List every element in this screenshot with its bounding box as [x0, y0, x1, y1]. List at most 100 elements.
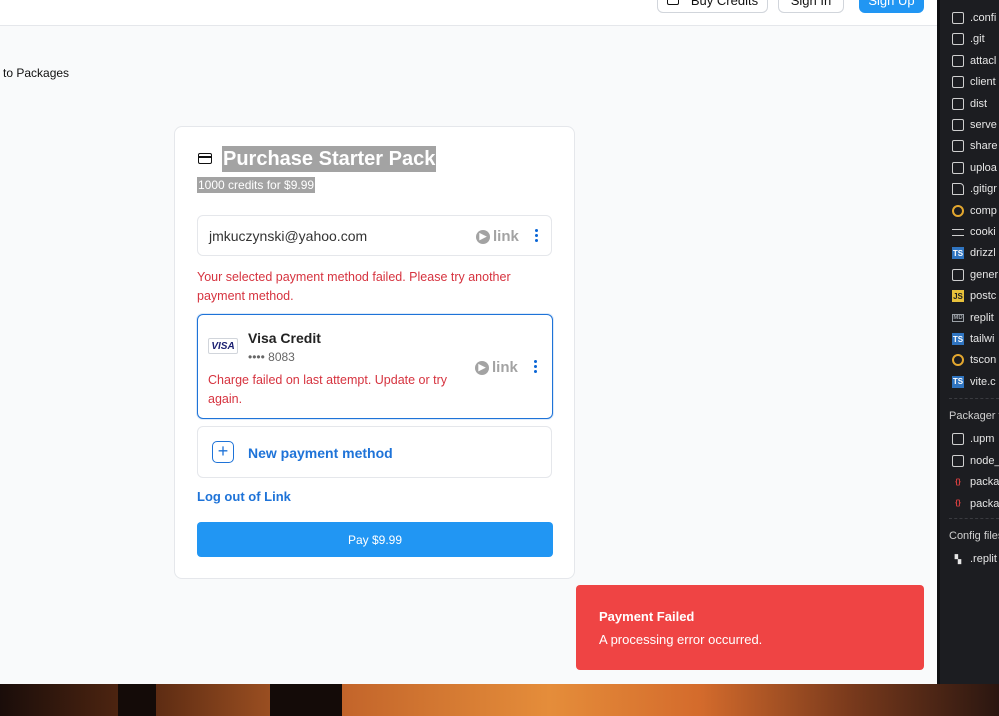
file-tree-item[interactable]: serve [952, 116, 997, 134]
file-name: uploa [970, 161, 997, 174]
saved-card-option[interactable]: VISA Visa Credit •••• 8083 Charge failed… [197, 314, 553, 419]
image-icon [952, 268, 964, 281]
back-to-packages-link[interactable]: to Packages [3, 66, 69, 80]
file-tree-item[interactable]: .gitigr [952, 180, 997, 198]
new-payment-method-button[interactable]: + New payment method [197, 426, 552, 478]
file-name: replit [970, 311, 994, 324]
file-tree-item[interactable]: TS vite.c [952, 373, 996, 391]
error-toast: Payment Failed A processing error occurr… [576, 585, 924, 670]
pay-label: Pay $9.99 [347, 532, 403, 547]
file-tree-item[interactable]: tscon [952, 351, 996, 369]
text-lines-icon [952, 228, 964, 236]
file-tree-item[interactable]: uploa [952, 159, 997, 177]
buy-credits-label: Buy Credits [690, 0, 759, 8]
folder-icon [952, 33, 964, 46]
payment-error-message: Your selected payment method failed. Ple… [197, 270, 511, 303]
file-tree-item[interactable]: .git [952, 30, 985, 48]
file-tree-item[interactable]: comp [952, 202, 997, 220]
link-badge: ▶ link [476, 228, 519, 245]
file-tree-item[interactable]: gener [952, 266, 998, 284]
plus-icon: + [212, 441, 234, 463]
file-name: dist [970, 97, 988, 110]
file-name: comp [970, 204, 997, 217]
link-arrow-icon: ▶ [476, 229, 490, 244]
app-window: Buy Credits Sign In Sign Up to Packages … [0, 0, 937, 684]
file-name: packa [970, 476, 999, 488]
javascript-icon: JS [952, 290, 964, 303]
file-tree-item[interactable]: share [952, 137, 998, 155]
toast-description: A processing error occurred. [599, 632, 763, 647]
file-tree-item[interactable]: client [952, 73, 996, 91]
file-tree-item[interactable]: MD replit [952, 309, 994, 327]
file-tree-item[interactable]: node_ [952, 452, 999, 470]
file-name: postc [970, 290, 997, 303]
purchase-title: Purchase Starter Pack [222, 146, 437, 172]
file-tree-item[interactable]: dist [952, 95, 987, 113]
file-name: tailwi [970, 333, 995, 345]
packager-files-header: Packager f [949, 410, 999, 422]
replit-icon: ▚ [954, 554, 962, 564]
file-name: cooki [970, 226, 996, 238]
json-icon: {} [955, 478, 961, 486]
config-ring-icon [952, 204, 964, 217]
card-menu-icon[interactable] [534, 360, 537, 373]
wallpaper-silhouette [118, 684, 156, 716]
file-tree-item[interactable]: TS tailwi [952, 330, 994, 348]
file-name: drizzl [970, 247, 996, 260]
visa-logo-icon: VISA [208, 338, 238, 354]
email-value: jmkuczynski@yahoo.com [209, 228, 368, 244]
file-tree-item[interactable]: ▚ .replit [952, 550, 997, 568]
sign-up-label: Sign Up [868, 0, 915, 8]
toast-title: Payment Failed [599, 609, 695, 624]
new-payment-label: New payment method [248, 445, 393, 461]
file-tree-item[interactable]: {} packa [952, 495, 999, 513]
file-name: packa [970, 497, 999, 510]
wallpaper-silhouette [270, 684, 342, 716]
folder-icon [952, 54, 964, 67]
file-tree-item[interactable]: TS drizzl [952, 244, 996, 262]
sign-up-button[interactable]: Sign Up [859, 0, 924, 13]
config-ring-icon [952, 354, 964, 367]
pay-button[interactable]: Pay $9.99 [197, 522, 553, 557]
file-tree-item[interactable]: cooki [952, 223, 996, 241]
folder-icon [952, 161, 964, 174]
file-name: node_ [970, 454, 999, 467]
file-tree-item[interactable]: attacl [952, 52, 996, 70]
file-tree-item[interactable]: .confi [952, 9, 996, 27]
folder-icon [952, 140, 964, 153]
card-link-badge: ▶ link [475, 359, 518, 376]
typescript-icon: TS [952, 333, 964, 345]
sign-in-button[interactable]: Sign In [778, 0, 844, 13]
file-tree-item[interactable]: {} packa [952, 473, 999, 491]
folder-icon [952, 454, 964, 467]
file-name: .git [970, 33, 985, 46]
file-tree-item[interactable]: .upm [952, 430, 994, 448]
card-error-message: Charge failed on last attempt. Update or… [208, 373, 448, 406]
folder-icon [952, 433, 964, 445]
link-label: link [492, 359, 518, 376]
link-arrow-icon: ▶ [475, 360, 489, 375]
folder-icon [952, 119, 964, 131]
file-name: vite.c [970, 375, 996, 388]
folder-icon [952, 97, 964, 110]
config-files-header: Config files [949, 530, 999, 542]
markdown-icon: MD [952, 313, 964, 322]
buy-credits-button[interactable]: Buy Credits [657, 0, 768, 13]
file-tree-item[interactable]: JS postc [952, 287, 996, 305]
section-divider [949, 398, 999, 399]
file-name: serve [970, 119, 997, 131]
purchase-subtitle: 1000 credits for $9.99 [197, 177, 316, 193]
file-name: share [970, 140, 998, 153]
email-menu-icon[interactable] [535, 229, 538, 242]
file-name: .confi [970, 12, 997, 24]
card-name: Visa Credit [248, 330, 321, 346]
sign-in-label: Sign In [790, 0, 832, 8]
file-name: attacl [970, 54, 997, 67]
credit-card-icon [198, 153, 212, 164]
log-out-of-link[interactable]: Log out of Link [197, 489, 291, 504]
file-name: .gitigr [970, 183, 997, 196]
wallet-icon [666, 0, 679, 5]
top-navbar: Buy Credits Sign In Sign Up [0, 0, 937, 26]
section-divider [949, 518, 999, 519]
link-email-field[interactable]: jmkuczynski@yahoo.com ▶ link [197, 215, 552, 256]
